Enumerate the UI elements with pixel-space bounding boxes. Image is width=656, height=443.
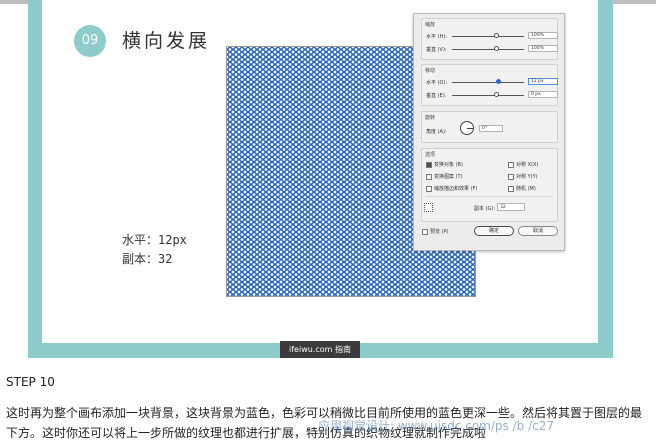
reference-point-icon[interactable] <box>424 203 433 212</box>
note-horizontal: 水平：12px <box>122 233 187 247</box>
move-horizontal-track <box>452 82 524 83</box>
move-vertical-row: 垂直 (E): 0 px <box>426 91 558 99</box>
transform-objects-checkbox[interactable]: 变换对象 (B) <box>426 161 463 168</box>
scale-vertical-slider[interactable] <box>494 46 499 51</box>
move-horizontal-input[interactable]: 12 px <box>528 78 558 85</box>
random-label: 随机 (M) <box>516 186 536 192</box>
reflect-y-label: 对称 Y(Y) <box>516 174 538 180</box>
options-divider <box>426 196 553 197</box>
scale-horizontal-row: 水平 (H): 100% <box>426 32 558 40</box>
scale-vertical-label: 垂直 (V): <box>426 47 447 53</box>
step-title: 横向发展 <box>122 30 211 52</box>
copies-input[interactable]: 32 <box>497 203 525 211</box>
transform-objects-label: 变换对象 (B) <box>434 162 463 168</box>
scale-horizontal-slider[interactable] <box>494 33 499 38</box>
step-heading: STEP 10 <box>6 375 55 389</box>
checkbox-box <box>508 173 514 180</box>
transform-patterns-checkbox[interactable]: 变换图案 (T) <box>426 173 463 180</box>
move-horizontal-label: 水平 (O): <box>426 80 448 86</box>
options-title: 选项 <box>425 152 436 158</box>
scale-vertical-track <box>452 49 524 50</box>
scale-vertical-row: 垂直 (V): 100% <box>426 45 558 53</box>
reflect-x-label: 对称 X(X) <box>516 162 539 168</box>
scale-title: 缩放 <box>425 22 436 28</box>
scale-horizontal-track <box>452 36 524 37</box>
scale-horizontal-label: 水平 (H): <box>426 34 447 40</box>
watermark-badge: ifeiwu.com 指南 <box>280 341 360 358</box>
rotate-title: 旋转 <box>425 115 436 121</box>
checkbox-box <box>508 185 514 192</box>
scale-strokes-checkbox[interactable]: 缩放描边和效果 (F) <box>426 185 477 192</box>
scale-strokes-label: 缩放描边和效果 (F) <box>434 186 478 192</box>
checkbox-box <box>426 173 432 180</box>
step-number-badge: 09 <box>74 25 106 57</box>
move-horizontal-slider[interactable] <box>496 79 501 84</box>
options-group: 选项 变换对象 (B) 变换图案 (T) 缩放描边和效果 (F) 对称 X(X)… <box>421 148 558 222</box>
checkbox-box <box>508 161 514 168</box>
transform-dialog: 缩放 水平 (H): 100% 垂直 (V): 100% 移动 水平 (O): … <box>413 13 565 251</box>
move-title: 移动 <box>425 68 436 74</box>
reflect-x-checkbox[interactable]: 对称 X(X) <box>508 161 538 168</box>
reflect-y-checkbox[interactable]: 对称 Y(Y) <box>508 173 538 180</box>
rotate-angle-input[interactable]: 0° <box>479 125 503 132</box>
watermark-overlay: 应用视觉设计: www.uisdc.com/ps /b /c27 <box>318 419 554 433</box>
move-horizontal-row: 水平 (O): 12 px <box>426 78 558 86</box>
transform-patterns-label: 变换图案 (T) <box>434 174 463 180</box>
move-vertical-track <box>452 95 524 96</box>
checkbox-box <box>426 185 432 192</box>
scale-horizontal-input[interactable]: 100% <box>528 32 558 39</box>
ok-button[interactable]: 确定 <box>474 226 514 236</box>
copies-label: 副本 (G): <box>474 206 496 212</box>
preview-label: 预览 (P) <box>430 229 449 235</box>
move-vertical-input[interactable]: 0 px <box>528 91 558 98</box>
preview-checkbox[interactable]: 预览 (P) <box>422 228 449 235</box>
checkbox-box <box>422 228 428 235</box>
rotate-angle-label: 角度 (A): <box>426 129 447 135</box>
scale-group: 缩放 水平 (H): 100% 垂直 (V): 100% <box>421 18 558 60</box>
random-checkbox[interactable]: 随机 (M) <box>508 185 536 192</box>
rotate-group: 旋转 角度 (A): 0° <box>421 111 558 143</box>
scale-vertical-input[interactable]: 100% <box>528 45 558 52</box>
move-vertical-slider[interactable] <box>494 92 499 97</box>
cancel-button[interactable]: 取消 <box>518 226 558 236</box>
angle-dial-icon[interactable] <box>460 121 474 135</box>
move-group: 移动 水平 (O): 12 px 垂直 (E): 0 px <box>421 64 558 106</box>
checkbox-box <box>426 161 432 168</box>
note-copies: 副本：32 <box>122 252 173 266</box>
move-vertical-label: 垂直 (E): <box>426 93 447 99</box>
